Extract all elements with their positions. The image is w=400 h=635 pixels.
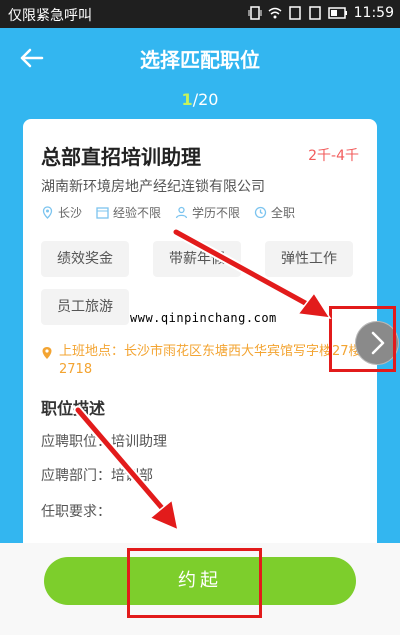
location-pin-icon xyxy=(42,347,52,359)
position-label: 应聘职位： xyxy=(41,434,111,450)
status-bar: 仅限紧急呼叫 11:59 xyxy=(0,0,400,28)
department-label: 应聘部门： xyxy=(41,468,111,484)
counter-total: /20 xyxy=(192,90,219,109)
meta-type: 全职 xyxy=(254,204,295,221)
tag-item: 带薪年假 xyxy=(153,241,241,277)
wifi-icon xyxy=(268,7,282,19)
position-row: 应聘职位：培训助理 xyxy=(41,431,167,451)
clock: 11:59 xyxy=(353,5,394,21)
status-icons: 11:59 xyxy=(248,5,394,21)
address-label: 上班地点： xyxy=(59,344,125,359)
meta-education: 学历不限 xyxy=(175,204,240,221)
status-text: 仅限紧急呼叫 xyxy=(8,8,92,24)
counter-current: 1 xyxy=(181,90,193,109)
tag-item: 绩效奖金 xyxy=(41,241,129,277)
work-address: 上班地点：长沙市雨花区东塘西大华宾馆写字楼27楼2718 xyxy=(41,343,363,379)
sim2-icon xyxy=(308,6,321,20)
requirement-row: 任职要求： xyxy=(41,501,111,521)
sim-icon xyxy=(288,6,301,20)
requirement-label: 任职要求： xyxy=(41,504,111,520)
meta-education-text: 学历不限 xyxy=(192,206,241,220)
department-value: 培训部 xyxy=(111,468,153,484)
page-title: 选择匹配职位 xyxy=(140,48,260,72)
vibrate-icon xyxy=(248,6,262,20)
watermark: www.qinpinchang.com xyxy=(130,311,277,325)
header: 选择匹配职位 xyxy=(0,28,400,88)
meta-experience-text: 经验不限 xyxy=(113,206,162,220)
job-title: 总部直招培训助理 xyxy=(41,145,201,169)
meta-location-text: 长沙 xyxy=(58,206,83,220)
person-icon xyxy=(175,206,188,219)
job-description-title: 职位描述 xyxy=(41,399,106,418)
location-icon xyxy=(42,206,53,219)
position-value: 培训助理 xyxy=(111,434,167,450)
calendar-icon xyxy=(96,207,109,219)
department-row: 应聘部门：培训部 xyxy=(41,465,153,485)
meta-experience: 经验不限 xyxy=(96,204,161,221)
meta-type-text: 全职 xyxy=(271,206,296,220)
salary: 2千-4千 xyxy=(308,148,359,164)
clock-icon xyxy=(254,206,267,219)
highlight-box xyxy=(127,548,262,618)
meta-location: 长沙 xyxy=(41,204,82,221)
battery-icon xyxy=(327,7,347,19)
job-meta: 长沙 经验不限 学历不限 全职 xyxy=(41,204,295,221)
tag-item: 弹性工作 xyxy=(265,241,353,277)
page-counter: 1/20 xyxy=(0,90,400,109)
company-name: 湖南新环境房地产经纪连锁有限公司 xyxy=(41,179,265,195)
tag-item: 员工旅游 xyxy=(41,289,129,325)
highlight-box xyxy=(329,306,396,372)
